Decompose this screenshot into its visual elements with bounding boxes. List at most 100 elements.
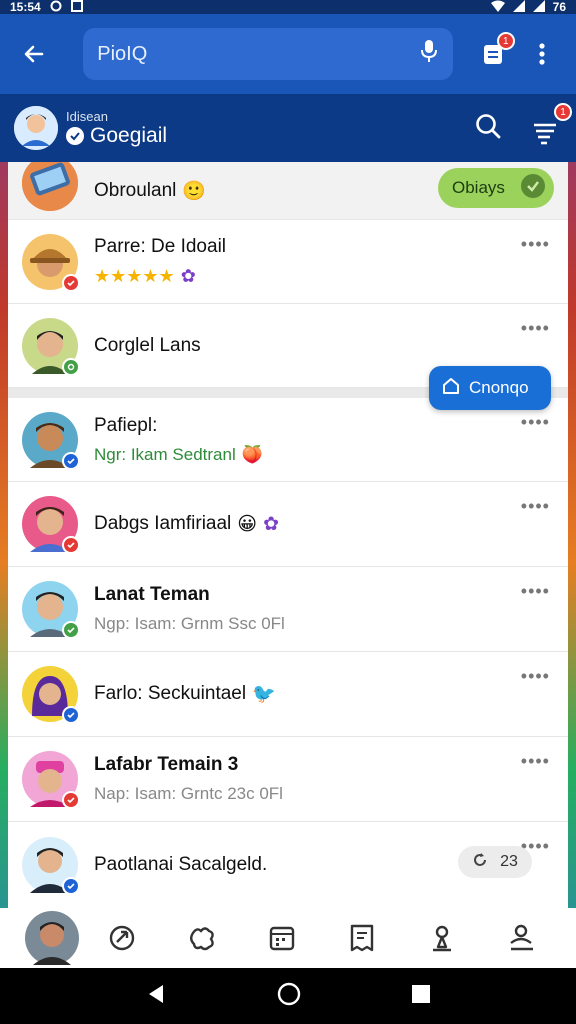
more-options-button[interactable]: ••••: [521, 412, 550, 433]
profile-bar: Idisean Goegiail 1: [0, 94, 576, 162]
avatar: [22, 581, 80, 639]
list-item[interactable]: Paotlanai Sacalgeld. •••• 23: [8, 822, 568, 908]
profile-name: Goegiail: [90, 123, 168, 147]
recents-square-icon[interactable]: [411, 984, 431, 1009]
nav-puzzle[interactable]: [162, 908, 242, 968]
profile-names: Idisean Goegiail: [66, 109, 167, 148]
nav-profile[interactable]: [22, 908, 82, 968]
count-value: 23: [500, 853, 518, 870]
filter-notification-badge: 1: [554, 103, 572, 121]
chat-list: Obroulanl 🙂 Obiays Parre: De Idoail ★★★★…: [8, 162, 568, 908]
avatar: [22, 317, 80, 376]
refresh-icon: [472, 852, 488, 873]
search-input[interactable]: PioIQ: [97, 43, 419, 66]
list-item[interactable]: Parre: De Idoail ★★★★★ ✿ ••••: [8, 220, 568, 304]
more-options-button[interactable]: ••••: [521, 496, 550, 517]
system-nav-bar: [0, 968, 576, 1024]
search-field[interactable]: PioIQ: [83, 28, 454, 80]
list-item[interactable]: Lafabr Temain 3 Nap: Isam: Grntc 23c 0Fl…: [8, 737, 568, 822]
avatar: [22, 411, 80, 470]
signal-icon-2: [532, 0, 545, 15]
calendar-icon: [269, 926, 295, 951]
nav-calendar[interactable]: [242, 908, 322, 968]
avatar: [22, 837, 80, 895]
status-bar: 15:54 76: [0, 0, 576, 14]
list-item[interactable]: Dabgs Iamfiriaal 😀 ✿ ••••: [8, 482, 568, 567]
list-item-title: Obroulanl: [94, 179, 177, 201]
status-dot: [62, 621, 80, 639]
back-button[interactable]: [12, 32, 55, 76]
change-button-label: Cnonqo: [469, 378, 529, 397]
count-chip[interactable]: 23: [458, 846, 532, 878]
emoji: 🍑: [241, 444, 263, 464]
sync-icon: [109, 925, 135, 951]
more-options-button[interactable]: [521, 32, 564, 76]
profile-avatar[interactable]: [14, 106, 58, 150]
status-dot: [62, 706, 80, 724]
more-options-button[interactable]: ••••: [521, 234, 550, 255]
verified-check-icon: [66, 126, 84, 145]
list-item-title: Pafiepl:: [94, 414, 158, 436]
okay-button-label: Obiays: [452, 178, 505, 197]
flower-badge: ✿: [263, 513, 280, 535]
document-button[interactable]: 1: [471, 32, 515, 76]
home-icon: [441, 376, 461, 401]
emoji: 🙂: [182, 180, 207, 202]
nav-pin[interactable]: [402, 908, 482, 968]
okay-button[interactable]: Obiays: [438, 168, 554, 208]
list-item-title: Parre: De Idoail: [94, 236, 227, 257]
avatar: [22, 233, 80, 292]
pin-icon: [433, 925, 451, 952]
status-dot: [62, 357, 80, 376]
filter-button[interactable]: 1: [532, 103, 572, 145]
back-triangle-icon[interactable]: [145, 983, 167, 1010]
notification-badge: 1: [496, 32, 515, 50]
list-item-subtitle: Nap: Isam: Grntc 23c 0Fl: [94, 784, 283, 803]
microphone-icon[interactable]: [419, 38, 439, 70]
emoji: 🐦: [252, 684, 276, 705]
more-options-button[interactable]: ••••: [521, 751, 550, 772]
receipt-icon: [350, 924, 374, 952]
list-item-subtitle: Ngp: Isam: Grnm Ssc 0Fl: [94, 614, 285, 633]
app-bar: PioIQ 1: [0, 14, 576, 94]
avatar: [22, 496, 80, 554]
more-options-button[interactable]: ••••: [521, 666, 550, 687]
status-dot: [62, 536, 80, 554]
list-item[interactable]: Farlo: Seckuintael 🐦 ••••: [8, 652, 568, 737]
avatar: [22, 666, 80, 724]
list-item-subtitle: Ngr: Ikam Sedtranl: [94, 444, 236, 464]
status-time: 15:54: [10, 0, 41, 14]
person-list-icon: [510, 924, 533, 951]
filter-icon: [534, 123, 556, 145]
puzzle-icon: [190, 927, 214, 951]
list-item[interactable]: Lanat Teman Ngp: Isam: Grnm Ssc 0Fl ••••: [8, 567, 568, 652]
list-item-title: Corglel Lans: [94, 334, 201, 356]
circle-status-icon: [49, 0, 63, 15]
nav-receipt[interactable]: [322, 908, 402, 968]
signal-icon: [512, 0, 525, 15]
more-options-button[interactable]: ••••: [521, 318, 550, 339]
nav-sync[interactable]: [82, 908, 162, 968]
status-dot: [62, 791, 80, 809]
list-item-title: Lafabr Temain 3: [94, 754, 239, 775]
battery-level: 76: [552, 0, 566, 14]
status-dot: [62, 273, 80, 292]
home-circle-icon[interactable]: [277, 982, 301, 1011]
rating-stars: ★★★★★: [94, 266, 175, 286]
back-arrow-icon: [24, 45, 43, 63]
list-item[interactable]: Pafiepl: Ngr: Ikam Sedtranl 🍑 ••••: [8, 398, 568, 482]
list-item-title: Lanat Teman: [94, 584, 210, 605]
search-icon[interactable]: [474, 112, 502, 145]
check-circle-icon: [520, 173, 546, 204]
avatar: [25, 911, 79, 965]
list-item-title: Dabgs Iamfiriaal: [94, 513, 232, 534]
change-button[interactable]: Cnonqo: [429, 366, 551, 410]
list-item-title: Paotlanai Sacalgeld.: [94, 854, 268, 875]
status-dot: [62, 877, 80, 895]
wifi-icon: [490, 0, 505, 15]
more-options-button[interactable]: ••••: [521, 581, 550, 602]
flower-badge: ✿: [180, 266, 196, 286]
nav-people[interactable]: [482, 908, 562, 968]
square-status-icon: [70, 0, 83, 15]
list-item[interactable]: Obroulanl 🙂 Obiays: [8, 162, 568, 220]
